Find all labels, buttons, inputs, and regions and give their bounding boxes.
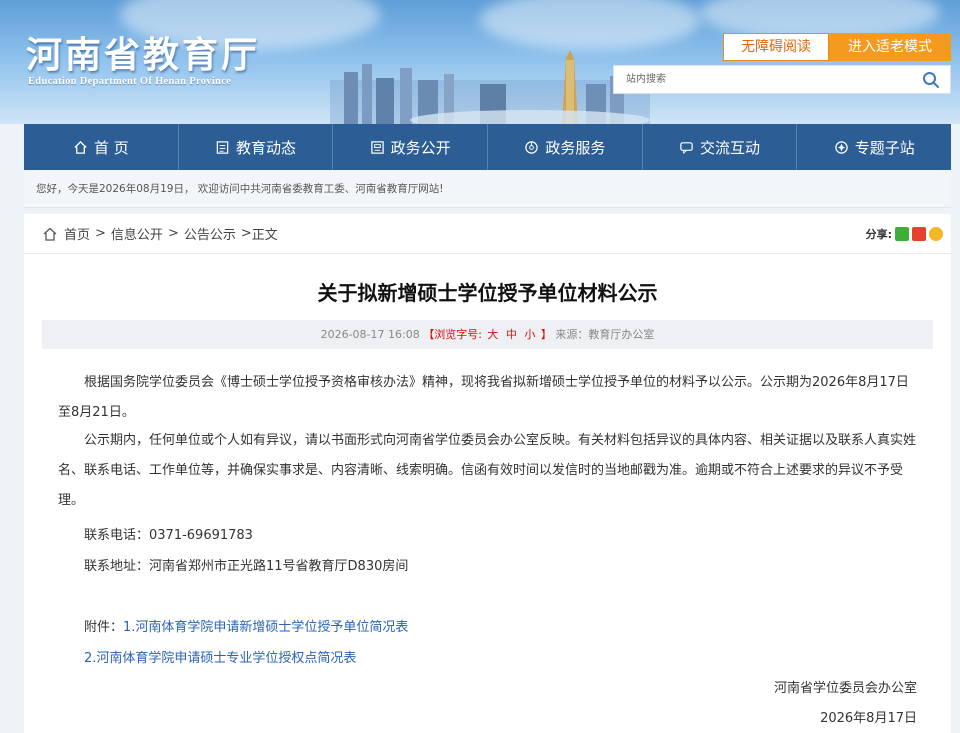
qq-share-icon[interactable] [929, 227, 943, 241]
nav-item-government-services[interactable]: 政务服务 [488, 124, 643, 170]
font-size-label-end: 】 [540, 328, 552, 341]
site-logo-title[interactable]: 河南省教育厅 [26, 26, 260, 78]
nav-item-interaction[interactable]: 交流互动 [643, 124, 798, 170]
article-source: 来源：教育厅办公室 [555, 328, 655, 341]
document-icon [370, 140, 384, 154]
contact-phone: 联系电话：0371-69691783 [84, 528, 253, 543]
nav-item-label: 专题子站 [854, 138, 915, 157]
attachment-line-1: 附件：1.河南体育学院申请新增硕士学位授予单位简况表 [84, 616, 408, 635]
nav-item-government-affairs[interactable]: 政务公开 [333, 124, 489, 170]
search-box [613, 65, 951, 94]
breadcrumb-home-link[interactable]: 首页 [64, 224, 90, 243]
chat-icon [680, 141, 693, 154]
breadcrumb-separator: > [167, 226, 179, 241]
nav-item-label: 交流互动 [700, 138, 761, 157]
home-icon [43, 227, 57, 241]
attachment-link-2[interactable]: 2.河南体育学院申请硕士专业学位授权点简况表 [84, 651, 356, 666]
font-size-large-link[interactable]: 大 [487, 328, 498, 341]
search-icon[interactable] [922, 71, 940, 89]
welcome-bar: 您好，今天是2026年08月19日， 欢迎访问中共河南省委教育工委、河南省教育厅… [24, 170, 951, 208]
city-skyline-image [330, 50, 650, 124]
share-label: 分享: [865, 228, 892, 241]
header-banner: 河南省教育厅 Education Department Of Henan Pro… [0, 0, 960, 124]
font-size-medium-link[interactable]: 中 [506, 328, 517, 341]
main-nav: 首 页 教育动态 政务公开 政务服务 交流互动 专题子站 [24, 124, 951, 170]
site-logo-subtitle: Education Department Of Henan Province [28, 76, 232, 87]
breadcrumb-info-disclosure-link[interactable]: 信息公开 [111, 224, 163, 243]
nav-item-label: 教育动态 [236, 138, 297, 157]
share-bar: 分享: [866, 226, 943, 242]
accessibility-reading-button[interactable]: 无障碍阅读 [723, 33, 829, 61]
publish-date: 2026-08-17 16:08 [320, 328, 420, 341]
signature-date: 2026年8月17日 [820, 711, 917, 726]
attachment-link-1[interactable]: 1.河南体育学院申请新增硕士学位授予单位简况表 [123, 620, 408, 635]
article-content: 关于拟新增硕士学位授予单位材料公示 2026-08-17 16:08 【浏览字号… [24, 254, 951, 733]
elder-mode-button[interactable]: 进入适老模式 [829, 33, 951, 61]
breadcrumb-announcements-link[interactable]: 公告公示 [184, 224, 236, 243]
nav-item-education-news[interactable]: 教育动态 [179, 124, 334, 170]
nav-item-home[interactable]: 首 页 [24, 124, 179, 170]
breadcrumb-separator: > [95, 226, 106, 241]
font-size-switcher: 【浏览字号: 大 中 小 】 [423, 328, 555, 341]
breadcrumb-current: 正文 [251, 228, 278, 243]
attachment-line-2: 2.河南体育学院申请硕士专业学位授权点简况表 [84, 647, 356, 666]
nav-item-label: 政务服务 [545, 138, 606, 157]
service-icon [525, 140, 539, 154]
nav-item-label: 首 页 [93, 138, 129, 157]
font-size-label: 【浏览字号: [423, 328, 482, 341]
contact-address: 联系地址：河南省郑州市正光路11号省教育厅D830房间 [84, 559, 409, 574]
article-paragraph-2: 公示期内，任何单位或个人如有异议，请以书面形式向河南省学位委员会办公室反映。有关… [58, 433, 917, 508]
font-size-small-link[interactable]: 小 [524, 328, 535, 341]
breadcrumb: 首页 > 信息公开 > 公告公示 > 正文 分享: [24, 214, 951, 254]
article-title: 关于拟新增硕士学位授予单位材料公示 [317, 281, 658, 305]
topic-icon [834, 140, 848, 154]
home-icon [74, 140, 87, 154]
news-icon [216, 140, 229, 154]
search-input[interactable] [614, 66, 904, 93]
nav-item-label: 政务公开 [390, 138, 451, 157]
article-paragraph-1: 根据国务院学位委员会《博士硕士学位授予资格审核办法》精神，现将我省拟新增硕士学位… [58, 375, 909, 420]
breadcrumb-separator: > [240, 226, 252, 241]
wechat-share-icon[interactable] [895, 227, 909, 241]
article-meta: 2026-08-17 16:08 【浏览字号: 大 中 小 】 来源：教育厅办公… [42, 320, 933, 349]
attachment-label: 附件： [84, 620, 124, 635]
nav-item-topic-sites[interactable]: 专题子站 [797, 124, 951, 170]
signature-org: 河南省学位委员会办公室 [773, 681, 917, 696]
weibo-share-icon[interactable] [912, 227, 926, 241]
